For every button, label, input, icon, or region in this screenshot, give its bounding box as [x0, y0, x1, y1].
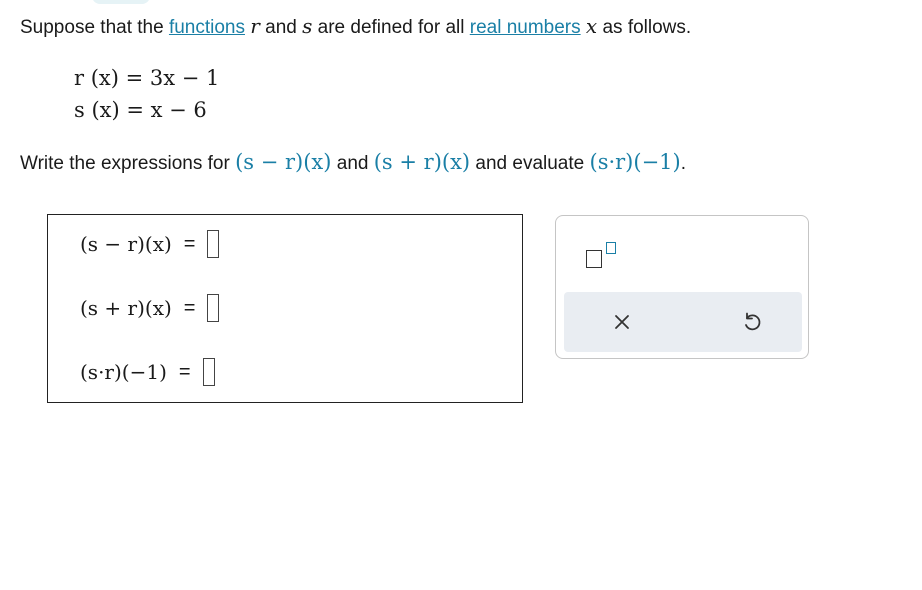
var-x: x: [585, 14, 598, 38]
top-tab-indicator: [92, 0, 150, 4]
instruction-before: Write the expressions for: [20, 153, 236, 174]
answer-input-s-minus-r[interactable]: [207, 230, 220, 258]
instruction-after: .: [680, 153, 686, 174]
expr-s-plus-r: (s + r)(x): [373, 150, 471, 174]
intro-middle: are defined for all: [312, 17, 470, 38]
clear-button[interactable]: [602, 304, 642, 340]
var-r: r: [250, 14, 260, 38]
problem-statement: Suppose that the functions r and s are d…: [20, 14, 691, 39]
math-toolbox: [555, 215, 809, 359]
intro-and: and: [259, 17, 303, 38]
close-icon: [615, 315, 629, 329]
real-numbers-link[interactable]: real numbers: [470, 17, 581, 38]
equals-sign: =: [183, 232, 196, 255]
equals-sign: =: [178, 360, 191, 383]
answer-label: (s − r)(x): [80, 232, 172, 256]
exponent-base-icon: [586, 250, 602, 268]
instruction-and: and: [331, 153, 374, 174]
answer-label: (s·r)(−1): [80, 360, 167, 384]
instruction-middle: and evaluate: [470, 153, 590, 174]
exponent-superscript-icon: [606, 242, 616, 254]
functions-link[interactable]: functions: [169, 17, 245, 38]
answer-input-s-plus-r[interactable]: [207, 294, 220, 322]
intro-text: Suppose that the: [20, 17, 169, 38]
function-definitions: r (x) = 3x − 1 s (x) = x − 6: [74, 62, 219, 126]
expr-s-times-r: (s·r)(−1): [589, 150, 681, 174]
action-bar: [564, 292, 802, 352]
undo-icon: [745, 312, 761, 331]
var-s: s: [302, 14, 313, 38]
answer-row-s-plus-r: (s + r)(x) =: [80, 291, 220, 325]
instruction-text: Write the expressions for (s − r)(x) and…: [20, 150, 686, 175]
definition-s: s (x) = x − 6: [74, 98, 207, 122]
definition-r: r (x) = 3x − 1: [74, 66, 220, 90]
undo-button[interactable]: [732, 304, 772, 340]
exponent-button[interactable]: [580, 236, 624, 272]
answer-row-s-times-r: (s·r)(−1) =: [80, 355, 215, 389]
answer-label: (s + r)(x): [80, 296, 172, 320]
expr-s-minus-r: (s − r)(x): [235, 150, 332, 174]
intro-after: as follows.: [597, 17, 692, 38]
answer-box: (s − r)(x) = (s + r)(x) = (s·r)(−1) =: [47, 214, 523, 403]
answer-input-s-times-r[interactable]: [202, 358, 215, 386]
equals-sign: =: [183, 296, 196, 319]
answer-row-s-minus-r: (s − r)(x) =: [80, 227, 220, 261]
